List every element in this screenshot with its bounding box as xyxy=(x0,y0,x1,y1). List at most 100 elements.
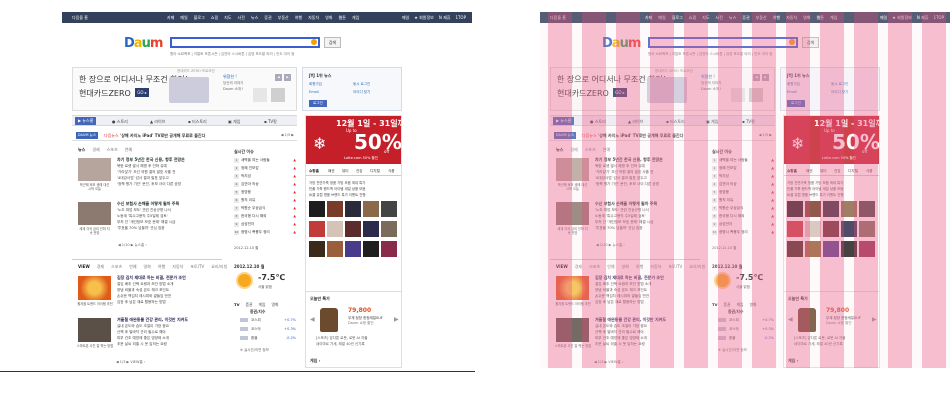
deal-note[interactable]: 네이마르 가세, 레알 40년 신기록 xyxy=(794,342,843,347)
view-line[interactable]: 양념 비율과 숙성 온도 체크 포인트 xyxy=(117,288,169,293)
tab-story[interactable]: ● 스토리 xyxy=(590,119,606,125)
news-line[interactable]: '노조 파업 보도' 관련 진상규명 나서 xyxy=(595,208,649,213)
news-tab[interactable]: 스포츠 xyxy=(107,147,118,152)
product-image[interactable] xyxy=(805,241,821,257)
service-link[interactable]: 웹툰 xyxy=(817,15,824,20)
product-image[interactable] xyxy=(327,221,343,237)
index-row[interactable]: 코스닥 +0.3% xyxy=(718,327,774,332)
product-image[interactable] xyxy=(381,221,397,237)
news-ticker[interactable]: DAUM 뉴스 다음뉴스 '상해 카지노 iPad' TV로만 공개해 무료로 … xyxy=(72,130,297,141)
shop-line[interactable]: JK콜 유럽 명품 브랜드 특가 이벤트 진행 xyxy=(309,192,401,197)
news-line[interactable]: '투표율 70% 넘을까' 관심 집중 xyxy=(595,226,643,231)
tab-tistory[interactable]: ▪ 티스토리 xyxy=(666,119,685,125)
view-tab[interactable]: VIEW xyxy=(556,264,568,269)
view-line[interactable]: 피부 건조 예방에 좋은 영양제 소개 xyxy=(595,336,647,341)
tab-tistory[interactable]: ▪ 티스토리 xyxy=(188,119,207,125)
news-tab[interactable]: 스포츠 xyxy=(585,147,596,152)
service-link[interactable]: 부동산 xyxy=(278,15,289,20)
mail-link[interactable]: 메일 xyxy=(402,15,409,20)
product-image[interactable] xyxy=(859,221,875,237)
service-link[interactable]: 카페 xyxy=(645,15,652,20)
find-id-link[interactable]: 아이디 찾기 xyxy=(831,90,848,95)
issue-item[interactable]: 8 한국형 다시 해외 ▲ xyxy=(712,214,774,219)
product-image[interactable] xyxy=(363,241,379,257)
shop-tab[interactable]: 디지털 xyxy=(370,169,380,174)
tab-game[interactable]: ▣ 게임 xyxy=(706,119,718,125)
view-line[interactable]: 산책 후 발바닥 관리 필수로 해야 xyxy=(595,330,644,335)
view-line[interactable]: 절임 배추 선택 요령과 보관 방법 소개 xyxy=(117,282,173,287)
deal-product-image[interactable] xyxy=(320,308,338,332)
view-tab[interactable]: 요리/리빙 xyxy=(211,264,227,269)
related-searches[interactable]: 원아 소묘폭포 | 이탈토 포튼시즌 | 김연아 스시버튼 | 김영 포도밭 라… xyxy=(648,52,772,57)
service-link[interactable]: 증권 xyxy=(264,15,271,20)
news-tab[interactable]: 경제 xyxy=(570,147,577,152)
product-image[interactable] xyxy=(841,221,857,237)
view-tab[interactable]: 포토/TV xyxy=(668,264,682,269)
product-image[interactable] xyxy=(327,241,343,257)
view-caption[interactable]: 올겨울 트렌드 아이템 추천 xyxy=(554,302,592,306)
index-row[interactable]: 코스닥 +0.3% xyxy=(240,327,296,332)
product-image[interactable] xyxy=(859,241,875,257)
view-line[interactable]: 실내 온도와 습도 조절이 가장 중요 xyxy=(117,324,169,329)
view-tab[interactable]: 자동차 xyxy=(172,264,183,269)
view-line[interactable]: 추운 날씨 외출 시 옷 입히는 요령 xyxy=(595,342,645,347)
member-link[interactable]: ★ 회원정보 xyxy=(892,15,912,20)
search-input[interactable] xyxy=(648,37,798,48)
service-link[interactable]: 여행 xyxy=(773,15,780,20)
product-image[interactable] xyxy=(327,201,343,217)
news-tab[interactable]: 연예 xyxy=(603,147,610,152)
view-tab[interactable]: VIEW xyxy=(78,264,90,269)
shop-line[interactable]: 가방 천연가죽 정품 가방 모음 최대 특가 xyxy=(309,180,401,185)
view-headline[interactable]: 김장 김치 제대로 하는 비결, 전문가 조언 xyxy=(595,275,664,281)
service-link[interactable]: 지도 xyxy=(702,15,709,20)
deal-note[interactable]: [스포츠] 앞다툰 로봇, 로봇 AI 자율 xyxy=(794,336,845,341)
deal-prev-icon[interactable]: ◀ xyxy=(310,316,315,323)
weather-location[interactable]: 서울 맑음 xyxy=(736,285,750,290)
service-link[interactable]: 사전 xyxy=(716,15,723,20)
news-line[interactable]: '노조 파업 보도' 관련 진상규명 나서 xyxy=(117,208,171,213)
shop-tab[interactable]: 디지털 xyxy=(848,169,858,174)
product-image[interactable] xyxy=(841,201,857,217)
index-row[interactable]: 환율 -0.2% xyxy=(718,336,774,341)
product-image[interactable] xyxy=(345,241,361,257)
product-image[interactable] xyxy=(787,201,803,217)
view-line[interactable]: 실내 온도와 습도 조절이 가장 중요 xyxy=(595,324,647,329)
today-deal[interactable]: 오늘만 특가 ◀ 79,800 무계 정장 한정세일SUF Daum 쇼핑 할인… xyxy=(306,291,401,351)
product-image[interactable] xyxy=(309,241,325,257)
news-tab[interactable]: 뉴스 xyxy=(78,147,85,152)
shop-tab[interactable]: 식품 xyxy=(388,169,395,174)
news-line[interactable]: 노동계 '특수고용직 주5일제 검토' xyxy=(595,214,646,219)
product-image[interactable] xyxy=(805,221,821,237)
shop-line[interactable]: JK콜 유럽 명품 브랜드 특가 이벤트 진행 xyxy=(787,192,879,197)
deal-next-icon[interactable]: ▶ xyxy=(394,316,399,323)
news-line[interactable]: '투표율 70% 넘을까' 관심 집중 xyxy=(117,226,165,231)
info-tab[interactable]: TV xyxy=(712,302,718,307)
daum-logo[interactable]: Daum xyxy=(602,36,641,51)
ticker-text[interactable]: 다음뉴스 '상해 카지노 iPad' TV로만 공개해 무료로 즐긴다 xyxy=(582,133,683,139)
issue-item[interactable]: 1 새벽을 여는 사람들 ▲ xyxy=(712,158,774,163)
news-thumbnail[interactable] xyxy=(556,158,589,181)
ad-prev-button[interactable]: ◀ xyxy=(753,74,760,81)
view-caption[interactable]: 스마트폰 사진 잘 찍는 방법 xyxy=(76,344,114,348)
news-tab[interactable]: 연예 xyxy=(125,147,132,152)
issue-item[interactable]: 1 새벽을 여는 사람들 ▲ xyxy=(234,158,296,163)
product-image[interactable] xyxy=(805,201,821,217)
news-line[interactable]: 부처 간 '개인정보 보호 문제' 해결 시급 xyxy=(595,220,653,225)
tab-game[interactable]: ▣ 게임 xyxy=(228,119,240,125)
issue-item[interactable]: 10 광명시 폭풍우 정리 ▲ xyxy=(712,230,774,235)
service-link[interactable]: 게임 xyxy=(830,15,837,20)
index-row[interactable]: 코스피 +0.7% xyxy=(718,318,774,323)
product-image[interactable] xyxy=(345,201,361,217)
search-button[interactable]: 검색 xyxy=(802,37,819,48)
shop-line[interactable]: 가방 천연가죽 정품 가방 모음 최대 특가 xyxy=(787,180,879,185)
view-tab[interactable]: 연예 xyxy=(607,264,614,269)
ticker-pager[interactable]: ◀ 1/5 ▶ xyxy=(759,133,772,137)
product-image[interactable] xyxy=(345,221,361,237)
home-link[interactable]: 다음을 홈 xyxy=(550,15,566,21)
view-line[interactable]: 추운 날씨 외출 시 옷 입히는 요령 xyxy=(117,342,167,347)
tab-news[interactable]: ▶ 뉴스홈 xyxy=(553,117,575,125)
issue-item[interactable]: 7 박원순 무상급식 ▲ xyxy=(234,206,296,211)
top-link[interactable]: 1TOP xyxy=(455,15,466,20)
card-ad-banner[interactable]: 현대카드 ZERO 프로모션 한 장으로 어디서나 무조건 할인! 현대카드ZE… xyxy=(550,67,775,111)
info-tab[interactable]: 증권 xyxy=(246,302,253,307)
